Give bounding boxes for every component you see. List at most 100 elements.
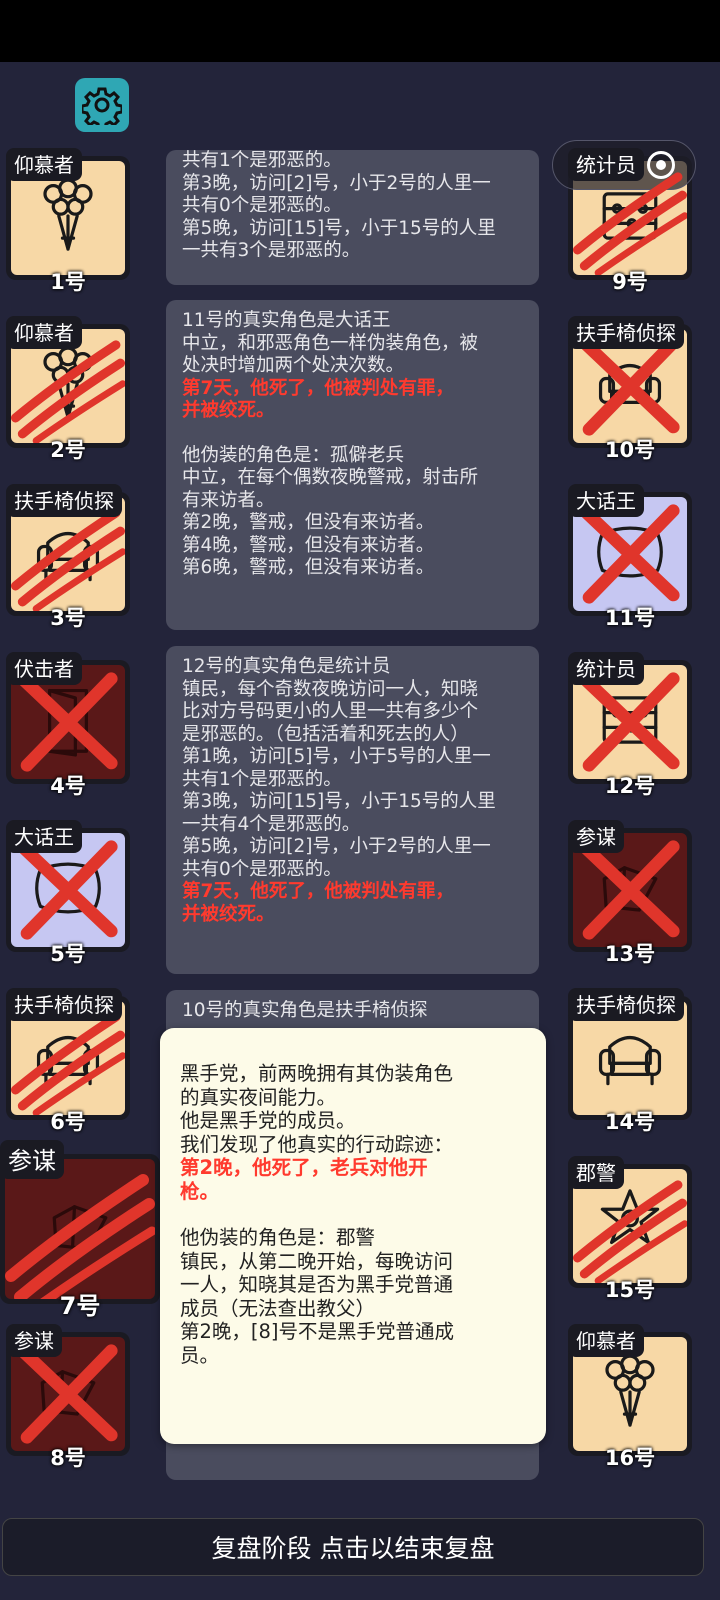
popup-line — [180, 1203, 526, 1226]
log-line: 第3晚，访问[2]号，小于2号的人里一 — [182, 172, 491, 194]
card-role-name: 郡警 — [568, 1156, 624, 1189]
card-player-number: 13号 — [604, 942, 656, 966]
armchair-icon — [584, 1010, 676, 1106]
popup-line: 我们发现了他真实的行动踪迹： — [180, 1132, 454, 1156]
log-line: 镇民，每个奇数夜晚访问一人，知晓 — [182, 678, 479, 700]
log-line: 11号的真实角色是大话王 — [182, 310, 391, 331]
log-line: 共有1个是邪恶的。 — [182, 150, 342, 171]
card-player-number: 14号 — [604, 1110, 656, 1134]
log-line: 第2晚，警戒，但没有来访者。 — [182, 512, 435, 533]
card-role-name: 统计员 — [568, 148, 644, 181]
status-bar — [0, 0, 720, 62]
player-card-12号[interactable]: 统计员 12号 — [562, 652, 698, 798]
player-card-5号[interactable]: 大话王 5号 — [0, 820, 136, 966]
log-line: 共有0个是邪恶的。 — [182, 195, 342, 216]
card-player-number: 8号 — [50, 1446, 86, 1470]
log-line: 共有0个是邪恶的。 — [182, 858, 342, 880]
review-log-entry: 12号的真实角色是统计员 镇民，每个奇数夜晚访问一人，知晓 比对方号码更小的人里一共… — [166, 646, 539, 974]
end-review-button[interactable]: 复盘阶段 点击以结束复盘 — [2, 1518, 704, 1576]
log-line: 比对方号码更小的人里一共有多少个 — [182, 701, 479, 722]
card-role-name: 仰慕者 — [568, 1324, 644, 1357]
card-player-number: 5号 — [50, 942, 86, 966]
card-role-name: 参谋 — [0, 1140, 64, 1179]
card-player-number: 10号 — [604, 438, 656, 462]
player-card-10号[interactable]: 扶手椅侦探 10号 — [562, 316, 698, 462]
popup-line: 第2晚，他死了，老兵对他开 — [180, 1156, 428, 1179]
player-card-6号[interactable]: 扶手椅侦探 6号 — [0, 988, 136, 1134]
popup-line: 他是黑手党的成员。 — [180, 1109, 356, 1132]
log-line: 中立，在每个偶数夜晚警戒，射击所 — [182, 467, 479, 488]
log-line: 一共有4个是邪恶的。 — [182, 813, 361, 835]
popup-line: 枪。 — [180, 1179, 220, 1203]
card-role-name: 扶手椅侦探 — [6, 484, 122, 517]
card-player-number: 3号 — [50, 606, 86, 630]
popup-line: 镇民，从第二晚开始，每晚访问 — [180, 1249, 454, 1273]
card-player-number: 9号 — [612, 270, 648, 294]
bouquet-icon — [584, 1346, 676, 1442]
card-role-name: 仰慕者 — [6, 316, 82, 349]
log-line: 第1晚，访问[5]号，小于5号的人里一 — [182, 746, 491, 767]
card-role-name: 参谋 — [568, 820, 624, 853]
card-role-name: 统计员 — [568, 652, 644, 685]
popup-line: 员。 — [180, 1343, 220, 1367]
player-card-9号[interactable]: 统计员 9号 — [562, 148, 698, 294]
popup-line: 成员（无法查出教父） — [180, 1296, 376, 1320]
log-line: 中立，和邪恶角色一样伪装角色，被 — [182, 332, 479, 354]
card-role-name: 扶手椅侦探 — [568, 988, 684, 1021]
log-line: 并被绞死。 — [182, 400, 275, 421]
card-role-name: 参谋 — [6, 1324, 62, 1357]
player-card-7号[interactable]: 参谋 7号 — [0, 1140, 160, 1320]
log-line: 第7天，他死了，他被判处有罪， — [182, 377, 454, 399]
log-line: 第7天，他死了，他被判处有罪， — [182, 881, 454, 902]
card-art — [5, 1159, 155, 1299]
log-line: 12号的真实角色是统计员 — [182, 656, 391, 677]
popup-line: 一人，知晓其是否为黑手党普通 — [180, 1273, 454, 1296]
popup-line: 的真实夜间能力。 — [180, 1085, 337, 1109]
log-line: 第3晚，访问[15]号，小于15号的人里 — [182, 791, 496, 812]
card-player-number: 15号 — [604, 1278, 656, 1302]
log-line — [182, 423, 523, 445]
player-card-11号[interactable]: 大话王 11号 — [562, 484, 698, 630]
card-role-name: 大话王 — [6, 820, 82, 853]
settings-button[interactable] — [75, 78, 129, 132]
card-player-number: 11号 — [604, 606, 656, 630]
card-role-name: 扶手椅侦探 — [6, 988, 122, 1021]
card-player-number: 4号 — [50, 774, 86, 798]
card-role-name: 伏击者 — [6, 652, 82, 685]
card-role-name: 扶手椅侦探 — [568, 316, 684, 349]
log-line: 第5晚，访问[2]号，小于2号的人里一 — [182, 836, 491, 857]
role-detail-popup[interactable]: 黑手党，前两晚拥有其伪装角色 的真实夜间能力。 他是黑手党的成员。 我们发现了他真实的… — [160, 1028, 546, 1444]
end-review-label: 复盘阶段 点击以结束复盘 — [211, 1534, 495, 1563]
log-line: 有来访者。 — [182, 489, 275, 511]
log-line: 10号的真实角色是扶手椅侦探 — [182, 1000, 428, 1021]
player-card-16号[interactable]: 仰慕者 16号 — [562, 1324, 698, 1470]
player-card-1号[interactable]: 仰慕者 1号 — [0, 148, 136, 294]
popup-line: 他伪装的角色是：郡警 — [180, 1226, 376, 1249]
review-log-entry: 共有1个是邪恶的。 第3晚，访问[2]号，小于2号的人里一 共有0个是邪恶的。 第5晚… — [166, 150, 539, 285]
log-line: 他伪装的角色是：孤僻老兵 — [182, 444, 405, 466]
popup-line: 黑手党，前两晚拥有其伪装角色 — [180, 1062, 454, 1085]
bouquet-icon — [22, 170, 114, 266]
player-card-2号[interactable]: 仰慕者 2号 — [0, 316, 136, 462]
card-player-number: 2号 — [50, 438, 86, 462]
card-role-name: 仰慕者 — [6, 148, 82, 181]
card-player-number: 16号 — [604, 1446, 656, 1470]
player-card-13号[interactable]: 参谋 13号 — [562, 820, 698, 966]
log-line: 第4晚，警戒，但没有来访者。 — [182, 534, 435, 556]
popup-line: 第2晚，[8]号不是黑手党普通成 — [180, 1320, 455, 1343]
card-role-name: 大话王 — [568, 484, 644, 517]
player-card-3号[interactable]: 扶手椅侦探 3号 — [0, 484, 136, 630]
log-line: 第6晚，警戒，但没有来访者。 — [182, 557, 435, 578]
player-card-8号[interactable]: 参谋 8号 — [0, 1324, 136, 1470]
claw-mark-icon — [5, 1159, 155, 1299]
review-log-entry: 11号的真实角色是大话王 中立，和邪恶角色一样伪装角色，被 处决时增加两个处决次数。… — [166, 300, 539, 630]
log-line: 是邪恶的。（包括活着和死去的人） — [182, 723, 469, 745]
card-player-number: 6号 — [50, 1110, 86, 1134]
card-player-number: 12号 — [604, 774, 656, 798]
player-card-15号[interactable]: 郡警 15号 — [562, 1156, 698, 1302]
log-line: 第5晚，访问[15]号，小于15号的人里 — [182, 217, 496, 239]
card-player-number: 1号 — [50, 270, 86, 294]
player-card-4号[interactable]: 伏击者 4号 — [0, 652, 136, 798]
player-card-14号[interactable]: 扶手椅侦探 14号 — [562, 988, 698, 1134]
log-line: 共有1个是邪恶的。 — [182, 768, 342, 790]
